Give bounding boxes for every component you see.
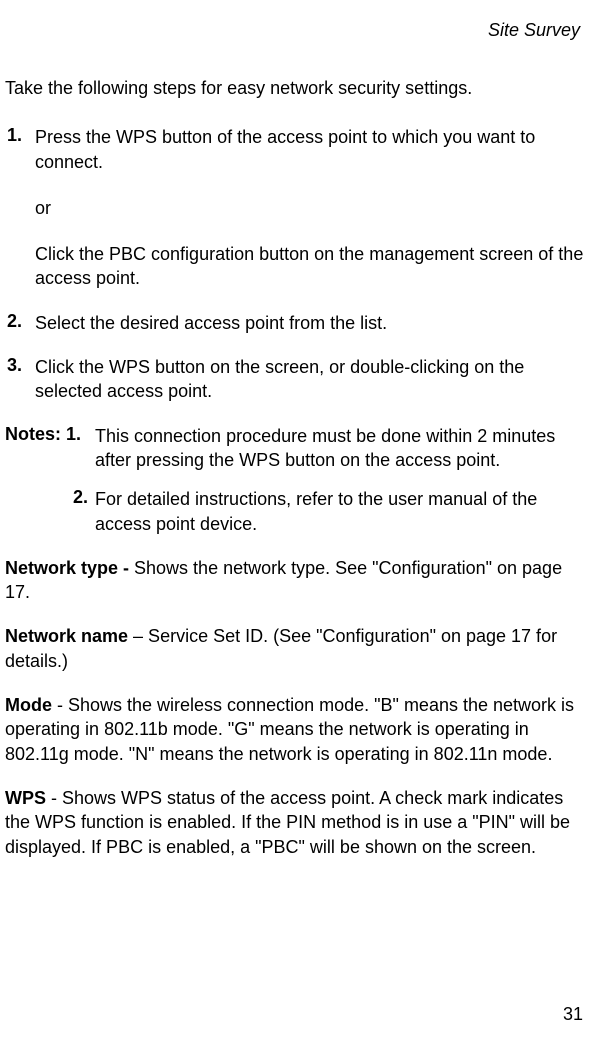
step-item: 1. Press the WPS button of the access po… — [5, 125, 585, 290]
def-label: Mode — [5, 695, 52, 715]
notes-item-2: For detailed instructions, refer to the … — [95, 487, 585, 536]
def-text: - Shows the wireless connection mode. "B… — [5, 695, 574, 764]
notes-item-1: This connection procedure must be done w… — [95, 424, 585, 473]
step-number: 3. — [5, 355, 35, 404]
notes-row: 2. For detailed instructions, refer to t… — [5, 487, 585, 536]
step-number: 2. — [5, 311, 35, 335]
notes-label: Notes: 1. — [5, 424, 95, 473]
step-content: Select the desired access point from the… — [35, 311, 585, 335]
steps-list: 1. Press the WPS button of the access po… — [5, 125, 585, 403]
definition-mode: Mode - Shows the wireless connection mod… — [5, 693, 585, 766]
step-number: 1. — [5, 125, 35, 290]
step-alt-text: Click the PBC configuration button on th… — [35, 242, 585, 291]
page-header: Site Survey — [5, 20, 585, 41]
definition-network-type: Network type - Shows the network type. S… — [5, 556, 585, 605]
header-title: Site Survey — [488, 20, 580, 40]
step-or: or — [35, 196, 585, 220]
notes-block: Notes: 1. This connection procedure must… — [5, 424, 585, 536]
page-number: 31 — [563, 1004, 583, 1025]
intro-text: Take the following steps for easy networ… — [5, 76, 585, 100]
step-content: Press the WPS button of the access point… — [35, 125, 585, 290]
step-item: 3. Click the WPS button on the screen, o… — [5, 355, 585, 404]
def-text: - Shows WPS status of the access point. … — [5, 788, 570, 857]
step-item: 2. Select the desired access point from … — [5, 311, 585, 335]
def-label: Network type - — [5, 558, 134, 578]
def-label: Network name — [5, 626, 128, 646]
definition-network-name: Network name – Service Set ID. (See "Con… — [5, 624, 585, 673]
notes-row: Notes: 1. This connection procedure must… — [5, 424, 585, 473]
step-content: Click the WPS button on the screen, or d… — [35, 355, 585, 404]
notes-number: 2. — [73, 487, 95, 536]
def-label: WPS — [5, 788, 46, 808]
step-main-text: Press the WPS button of the access point… — [35, 125, 585, 174]
definition-wps: WPS - Shows WPS status of the access poi… — [5, 786, 585, 859]
